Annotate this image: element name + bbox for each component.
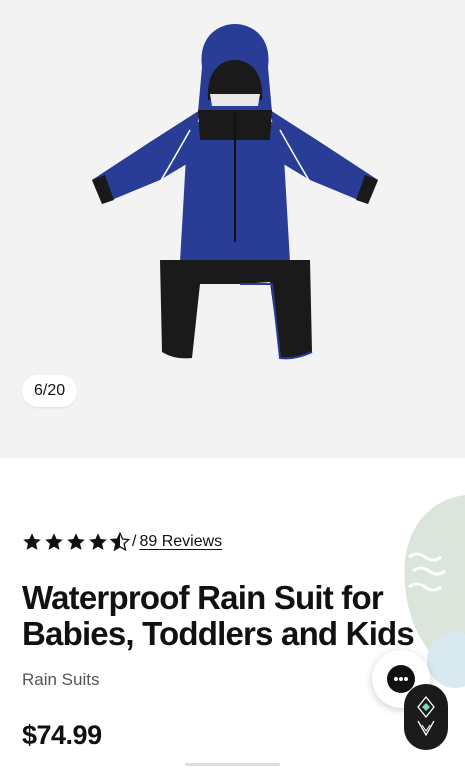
reviews-link[interactable]: 89 Reviews bbox=[139, 533, 222, 551]
brand-logo-icon bbox=[417, 695, 435, 737]
image-counter: 6/20 bbox=[22, 375, 78, 407]
product-image-gallery[interactable]: 6/20 bbox=[0, 0, 465, 458]
star-icon bbox=[22, 532, 42, 552]
brand-badge[interactable] bbox=[404, 684, 448, 750]
product-category[interactable]: Rain Suits bbox=[22, 670, 99, 690]
home-indicator bbox=[185, 763, 280, 766]
rating-separator: / bbox=[132, 533, 137, 550]
half-star-icon bbox=[110, 532, 130, 552]
product-price: $74.99 bbox=[22, 720, 102, 750]
star-rating bbox=[22, 532, 130, 552]
star-icon bbox=[88, 532, 108, 552]
product-title: Waterproof Rain Suit for Babies, Toddler… bbox=[22, 579, 415, 652]
rain-suit-image bbox=[92, 24, 378, 360]
star-icon bbox=[44, 532, 64, 552]
star-icon bbox=[66, 532, 86, 552]
product-rating: / 89 Reviews bbox=[22, 532, 222, 552]
